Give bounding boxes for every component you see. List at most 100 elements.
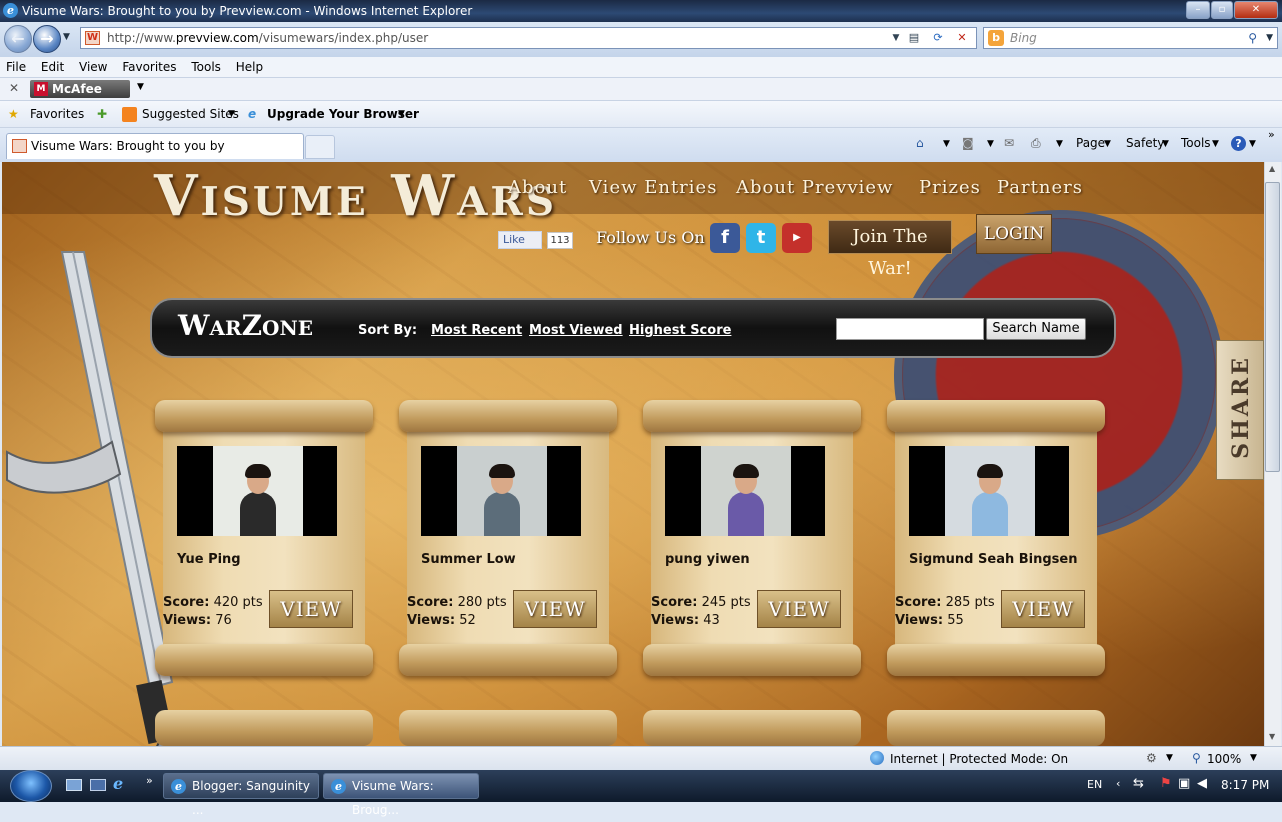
nav-about-prevview[interactable]: About Prevview (736, 179, 893, 197)
history-dropdown-icon[interactable]: ▼ (63, 32, 70, 42)
close-button[interactable]: ✕ (1234, 1, 1278, 19)
nav-about[interactable]: About (508, 179, 567, 197)
search-box[interactable]: b Bing ⚲ ▼ (983, 27, 1278, 49)
page-dropdown-icon[interactable]: ▼ (1104, 139, 1111, 149)
help-dropdown-icon[interactable]: ▼ (1249, 139, 1256, 149)
show-desktop-icon[interactable] (66, 779, 82, 791)
back-button[interactable]: ← (4, 25, 32, 53)
network-arrows-icon[interactable]: ⇆ (1133, 776, 1144, 791)
protected-mode-icon[interactable]: ⚙ (1146, 751, 1157, 765)
tools-dropdown-icon[interactable]: ▼ (1212, 139, 1219, 149)
upgrade-dropdown-icon[interactable]: ▼ (398, 109, 405, 119)
video-thumbnail[interactable] (665, 446, 825, 536)
site-logo[interactable]: Visume Wars (154, 168, 557, 224)
clock[interactable]: 8:17 PM (1221, 778, 1269, 792)
tab-visume-wars[interactable]: Visume Wars: Brought to you by Prevview.… (6, 133, 304, 177)
mcafee-logo[interactable]: McAfee (30, 80, 130, 98)
facebook-icon[interactable]: f (710, 223, 740, 253)
nav-view-entries[interactable]: View Entries (589, 179, 717, 197)
security-zone-text[interactable]: Internet | Protected Mode: On (890, 752, 1068, 766)
menu-edit[interactable]: Edit (36, 57, 69, 77)
quicklaunch-overflow-icon[interactable]: » (146, 774, 153, 787)
sort-highest-score-link[interactable]: Highest Score (629, 323, 731, 338)
menu-tools[interactable]: Tools (186, 57, 226, 77)
entry-name[interactable]: pung yiwen (665, 552, 750, 567)
nav-prizes[interactable]: Prizes (919, 179, 981, 197)
twitter-icon[interactable]: t (746, 223, 776, 253)
home-dropdown-icon[interactable]: ▼ (943, 139, 950, 149)
feeds-dropdown-icon[interactable]: ▼ (987, 139, 994, 149)
sort-most-viewed-link[interactable]: Most Viewed (529, 323, 623, 338)
suggested-sites-link[interactable]: Suggested Sites (142, 107, 239, 121)
entry-name[interactable]: Yue Ping (177, 552, 241, 567)
tools-menu[interactable]: Tools (1181, 136, 1211, 150)
ie-quicklaunch-icon[interactable]: e (113, 776, 123, 792)
refresh-icon[interactable]: ⟳ (929, 29, 947, 47)
forward-button[interactable]: → (33, 25, 61, 53)
address-dropdown-icon[interactable]: ▼ (887, 29, 905, 47)
protected-mode-dropdown-icon[interactable]: ▼ (1166, 753, 1173, 763)
entry-name[interactable]: Sigmund Seah Bingsen (909, 552, 1077, 567)
menu-file[interactable]: File (1, 57, 31, 77)
stop-icon[interactable]: ✕ (953, 29, 971, 47)
view-button[interactable]: VIEW (757, 590, 841, 628)
search-options-icon[interactable]: ▼ (1266, 28, 1273, 48)
scroll-up-icon[interactable]: ▲ (1269, 164, 1275, 173)
view-button[interactable]: VIEW (1001, 590, 1085, 628)
new-tab-button[interactable] (305, 135, 335, 159)
zoom-level[interactable]: 100% (1207, 752, 1241, 766)
maximize-button[interactable]: ▫ (1211, 1, 1233, 19)
language-indicator[interactable]: EN (1087, 778, 1102, 791)
join-the-war-button[interactable]: Join The War! (828, 220, 952, 279)
entry-name[interactable]: Summer Low (421, 552, 516, 567)
menu-view[interactable]: View (74, 57, 112, 77)
address-bar[interactable]: W http://www.prevview.com/visumewars/ind… (80, 27, 977, 49)
login-button[interactable]: LOGIN (976, 214, 1052, 254)
print-dropdown-icon[interactable]: ▼ (1056, 139, 1063, 149)
taskbar-item-visume-wars[interactable]: e Visume Wars: Broug... (323, 773, 479, 817)
tray-expand-icon[interactable]: ‹ (1116, 777, 1120, 790)
network-icon[interactable]: ▣ (1178, 776, 1190, 791)
safety-menu[interactable]: Safety (1126, 136, 1164, 150)
search-name-button[interactable]: Search Name (986, 318, 1086, 340)
compatibility-view-icon[interactable]: ▤ (905, 29, 923, 47)
zoom-dropdown-icon[interactable]: ▼ (1250, 753, 1257, 763)
feeds-icon[interactable]: ◙ (962, 136, 974, 150)
tray-security-icon[interactable]: ⚑ (1160, 776, 1172, 791)
view-button[interactable]: VIEW (513, 590, 597, 628)
add-favorites-icon[interactable]: ✚ (97, 107, 107, 121)
upgrade-browser-link[interactable]: Upgrade Your Browser (267, 107, 419, 121)
video-thumbnail[interactable] (177, 446, 337, 536)
switch-windows-icon[interactable] (90, 779, 106, 791)
mcafee-dropdown-icon[interactable]: ▼ (137, 82, 144, 92)
video-thumbnail[interactable] (909, 446, 1069, 536)
help-icon[interactable]: ? (1231, 136, 1246, 151)
suggested-sites-dropdown-icon[interactable]: ▼ (228, 109, 235, 119)
view-button[interactable]: VIEW (269, 590, 353, 628)
scroll-down-icon[interactable]: ▼ (1269, 732, 1275, 741)
taskbar-item-blogger[interactable]: e Blogger: Sanguinity ... (163, 773, 319, 817)
menu-favorites[interactable]: Favorites (117, 57, 181, 77)
scrollbar-thumb[interactable] (1265, 182, 1280, 472)
windows-taskbar: e » e Blogger: Sanguinity ... e Visume W… (0, 770, 1282, 817)
share-tab[interactable]: SHARE (1216, 340, 1264, 480)
facebook-like-button[interactable]: Like (498, 231, 542, 249)
safety-dropdown-icon[interactable]: ▼ (1162, 139, 1169, 149)
nav-partners[interactable]: Partners (997, 179, 1083, 197)
page-menu[interactable]: Page (1076, 136, 1105, 150)
sort-most-recent-link[interactable]: Most Recent (431, 323, 522, 338)
close-toolbar-icon[interactable]: ✕ (9, 81, 19, 95)
home-icon[interactable]: ⌂ (916, 136, 924, 150)
volume-icon[interactable]: ◀ (1197, 776, 1207, 791)
video-thumbnail[interactable] (421, 446, 581, 536)
minimize-button[interactable]: – (1186, 1, 1210, 19)
favorites-button[interactable]: Favorites (30, 107, 84, 121)
search-name-input[interactable] (836, 318, 984, 340)
mail-icon[interactable]: ✉ (1004, 136, 1014, 150)
menu-help[interactable]: Help (231, 57, 268, 77)
youtube-icon[interactable]: ▶ (782, 223, 812, 253)
print-icon[interactable]: ⎙ (1031, 136, 1041, 151)
toolbar-overflow-icon[interactable]: » (1268, 128, 1275, 141)
search-icon[interactable]: ⚲ (1248, 28, 1257, 48)
start-button[interactable] (10, 770, 52, 802)
